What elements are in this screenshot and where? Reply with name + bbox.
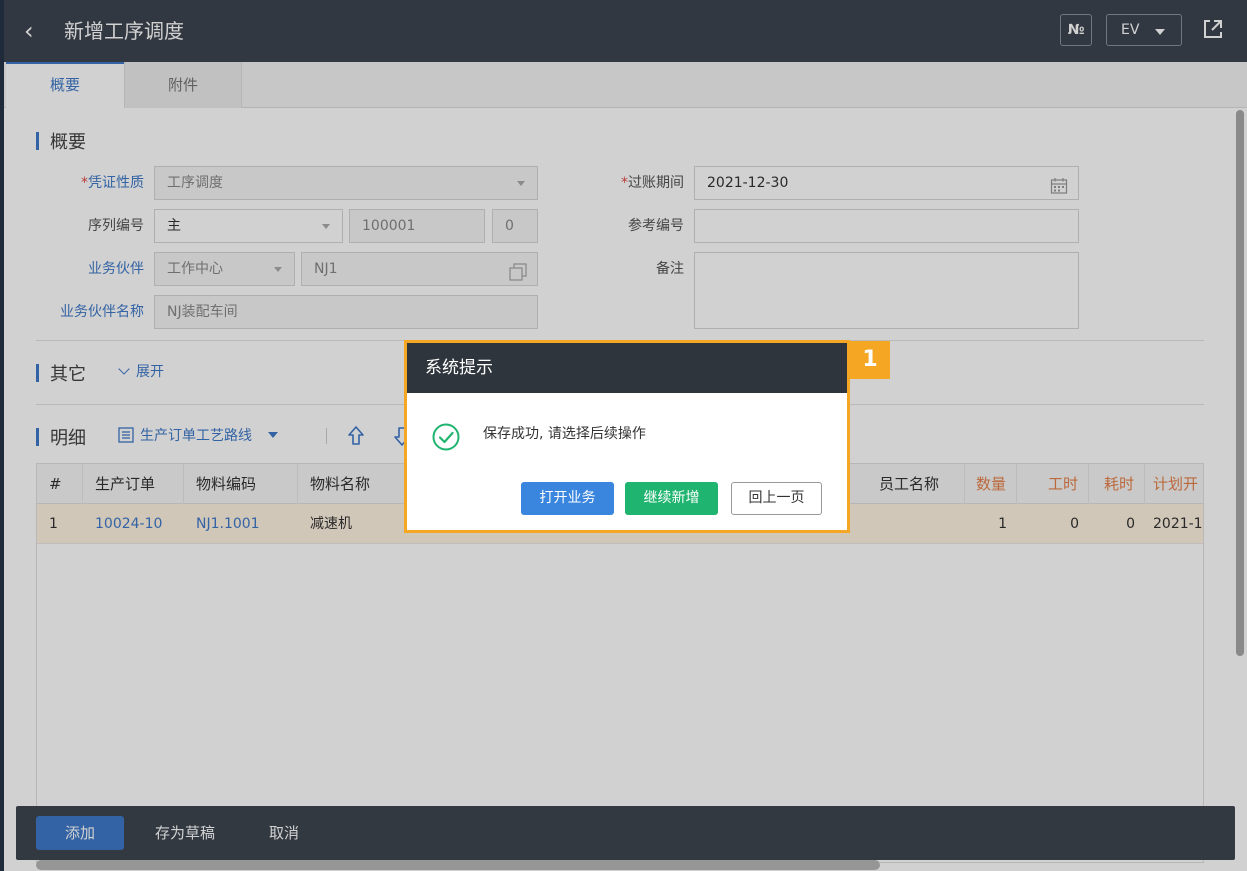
system-dialog: 系统提示 保存成功, 请选择后续操作 打开业务 继续新增 回上一页 [404,340,850,533]
dialog-message: 保存成功, 请选择后续操作 [483,426,646,442]
continue-new-button[interactable]: 继续新增 [625,482,718,515]
back-page-button[interactable]: 回上一页 [731,482,822,515]
open-business-button[interactable]: 打开业务 [521,482,614,515]
success-check-icon [431,422,461,452]
callout-badge: 1 [850,341,890,379]
dialog-title: 系统提示 [407,343,847,393]
